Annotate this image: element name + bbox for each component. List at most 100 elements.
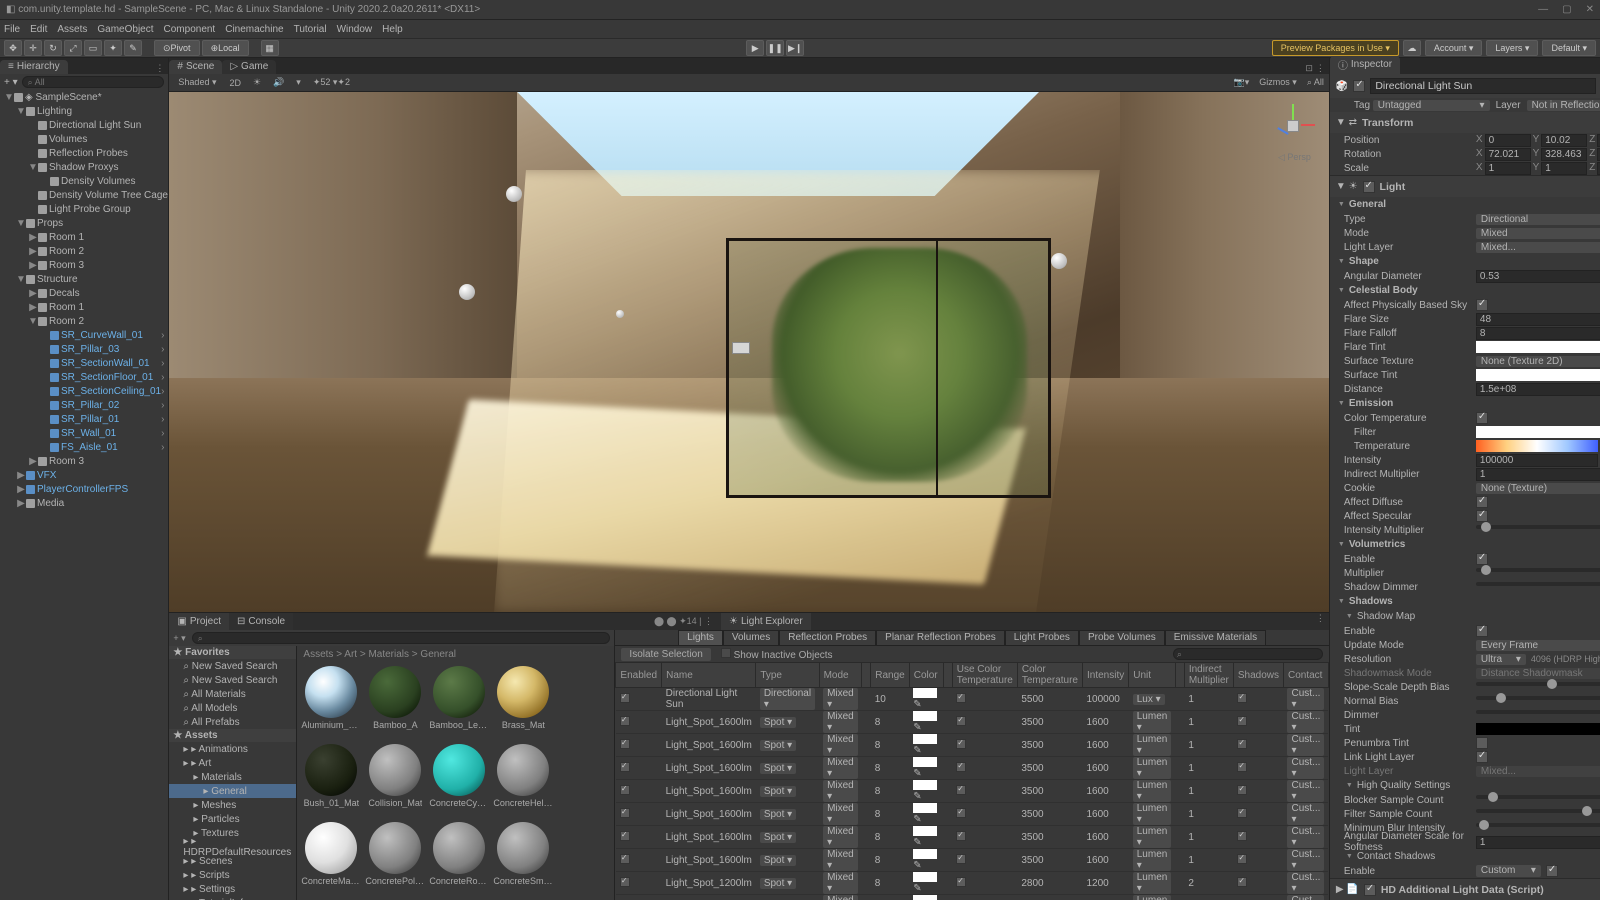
pivot-toggle[interactable]: ⊙Pivot: [154, 40, 200, 56]
hierarchy-item[interactable]: ▼Shadow Proxys: [0, 160, 168, 174]
hierarchy-item[interactable]: SR_SectionWall_01›: [0, 356, 168, 370]
light-table-row[interactable]: Light_Spot_1600lmSpot ▾Mixed ▾8✎35001600…: [616, 757, 1328, 780]
light-table-row[interactable]: Light_Spot_1600lmSpot ▾Mixed ▾8✎35001600…: [616, 849, 1328, 872]
maximize-icon[interactable]: ▢: [1562, 4, 1571, 15]
asset-thumbnail[interactable]: Collision_Mat: [365, 744, 425, 818]
inspector-tab[interactable]: ⓘ Inspector: [1330, 56, 1400, 74]
contact-enable-checkbox[interactable]: [1546, 865, 1558, 877]
hierarchy-item[interactable]: ▶Room 1: [0, 230, 168, 244]
light-table-row[interactable]: Directional Light SunDirectional ▾Mixed …: [616, 688, 1328, 711]
rect-tool[interactable]: ▭: [84, 40, 102, 56]
shape-section[interactable]: Shape: [1330, 254, 1600, 269]
2d-toggle[interactable]: 2D: [226, 78, 244, 88]
layer-dropdown[interactable]: Not in Reflection▾: [1527, 100, 1600, 111]
table-header[interactable]: Mode: [819, 663, 862, 688]
folder-item[interactable]: ▸ ▸ HDRPDefaultResources: [169, 840, 296, 854]
light-enabled-checkbox[interactable]: [1363, 181, 1375, 193]
hierarchy-item[interactable]: FS_Aisle_01›: [0, 440, 168, 454]
table-header[interactable]: Range: [871, 663, 909, 688]
layout-dropdown[interactable]: Default ▾: [1542, 40, 1596, 56]
hierarchy-item[interactable]: ▼Lighting: [0, 104, 168, 118]
slope-bias-slider[interactable]: [1476, 682, 1600, 686]
light-explorer-tab-light-probes[interactable]: Light Probes: [1005, 630, 1079, 645]
light-explorer-tab[interactable]: ☀ Light Explorer: [721, 613, 811, 630]
menu-assets[interactable]: Assets: [57, 24, 87, 35]
light-table-row[interactable]: Light_Spot_1600lmSpot ▾Mixed ▾8✎35001600…: [616, 780, 1328, 803]
menu-window[interactable]: Window: [337, 24, 373, 35]
light-table-row[interactable]: Light_Spot_1600lmSpot ▾Mixed ▾8✎35001600…: [616, 711, 1328, 734]
light-table-row[interactable]: Light_Spot_1200lmSpot ▾Mixed ▾8✎28001200…: [616, 895, 1328, 900]
hierarchy-item[interactable]: SR_SectionCeiling_01›: [0, 384, 168, 398]
normal-bias-slider[interactable]: [1476, 696, 1600, 700]
update-mode-dropdown[interactable]: Every Frame▾: [1476, 640, 1600, 651]
light-explorer-tab-emissive-materials[interactable]: Emissive Materials: [1165, 630, 1266, 645]
move-tool[interactable]: ✛: [24, 40, 42, 56]
volumetrics-section[interactable]: Volumetrics: [1330, 537, 1600, 552]
light-explorer-tab-lights[interactable]: Lights: [678, 630, 723, 645]
folder-item[interactable]: ▸ General: [169, 784, 296, 798]
menu-cinemachine[interactable]: Cinemachine: [225, 24, 283, 35]
scale-tool[interactable]: ⤢: [64, 40, 82, 56]
hierarchy-item[interactable]: Light Probe Group: [0, 202, 168, 216]
shadow-enable-checkbox[interactable]: [1476, 625, 1488, 637]
folder-item[interactable]: ▸ ▸ Animations: [169, 742, 296, 756]
hierarchy-item[interactable]: Density Volumes: [0, 174, 168, 188]
active-checkbox[interactable]: [1353, 80, 1365, 92]
create-asset-dropdown[interactable]: + ▾: [173, 633, 185, 644]
shading-mode-dropdown[interactable]: Shaded ▾: [174, 77, 220, 88]
snap-toggle[interactable]: ▦: [261, 40, 279, 56]
dimmer-slider[interactable]: [1476, 710, 1600, 714]
folder-item[interactable]: ⌕ New Saved Search: [169, 673, 296, 687]
table-header[interactable]: [943, 663, 952, 688]
scl-x[interactable]: [1485, 162, 1531, 175]
hierarchy-item[interactable]: Volumes: [0, 132, 168, 146]
camera-icon[interactable]: 📷▾: [1234, 77, 1250, 88]
light-table-row[interactable]: Light_Spot_1200lmSpot ▾Mixed ▾8✎28001200…: [616, 872, 1328, 895]
shadow-tint-color[interactable]: [1476, 723, 1600, 735]
hierarchy-item[interactable]: ▶Room 1: [0, 300, 168, 314]
hierarchy-item[interactable]: ▼◈ SampleScene*: [0, 90, 168, 104]
project-search[interactable]: [192, 632, 611, 644]
folder-item[interactable]: ⌕ All Models: [169, 701, 296, 715]
play-button[interactable]: ▶: [746, 40, 764, 56]
asset-thumbnail[interactable]: Bamboo_Leaf_A: [429, 666, 489, 740]
hierarchy-item[interactable]: ▶Decals: [0, 286, 168, 300]
table-header[interactable]: Name: [662, 663, 756, 688]
asset-thumbnail[interactable]: ConcreteCyan_M...: [429, 744, 489, 818]
maximize-view-icon[interactable]: ⊡: [1305, 63, 1313, 74]
hierarchy-item[interactable]: ▶VFX: [0, 468, 168, 482]
transform-component-header[interactable]: ▼ ⇄ Transform⦿ ⋮: [1330, 112, 1600, 133]
close-icon[interactable]: ✕: [1586, 4, 1594, 15]
light-layer-dropdown[interactable]: Mixed...▾: [1476, 242, 1600, 253]
shadows-section[interactable]: Shadows: [1330, 594, 1600, 609]
light-explorer-tab-reflection-probes[interactable]: Reflection Probes: [779, 630, 876, 645]
cloud-icon[interactable]: ☁: [1403, 40, 1421, 56]
color-temp-checkbox[interactable]: [1476, 412, 1488, 424]
table-header[interactable]: Color Temperature: [1017, 663, 1082, 688]
folder-item[interactable]: ⌕ All Prefabs: [169, 715, 296, 729]
link-layer-checkbox[interactable]: [1476, 751, 1488, 763]
shadow-dimmer-slider[interactable]: [1476, 582, 1600, 586]
gizmos-dropdown[interactable]: Gizmos ▾: [1255, 77, 1301, 88]
table-header[interactable]: Type: [756, 663, 819, 688]
folder-item[interactable]: ▸ ▸ Settings: [169, 882, 296, 896]
ang-scale-field[interactable]: [1476, 836, 1600, 849]
minimize-icon[interactable]: —: [1538, 4, 1548, 15]
hierarchy-item[interactable]: ▶Media: [0, 496, 168, 510]
project-tab[interactable]: ▣ Project: [169, 613, 229, 630]
filter-sample-slider[interactable]: [1476, 809, 1600, 813]
blocker-sample-slider[interactable]: [1476, 795, 1600, 799]
asset-thumbnail[interactable]: ConcretePolished_...: [365, 822, 425, 896]
flare-falloff-field[interactable]: [1476, 327, 1600, 340]
intensity-field[interactable]: [1476, 454, 1598, 467]
contact-enable-dropdown[interactable]: Custom▾: [1476, 865, 1541, 877]
table-header[interactable]: Indirect Multiplier: [1184, 663, 1233, 688]
folder-item[interactable]: ▸ Meshes: [169, 798, 296, 812]
panel-menu-icon[interactable]: ⋮: [155, 63, 164, 74]
fx-toggle-icon[interactable]: ▾: [293, 77, 304, 88]
hierarchy-item[interactable]: SR_SectionFloor_01›: [0, 370, 168, 384]
asset-thumbnail[interactable]: ConcreteSmooth_...: [493, 822, 553, 896]
folder-item[interactable]: ▸ Materials: [169, 770, 296, 784]
hand-tool[interactable]: ✥: [4, 40, 22, 56]
intensity-mult-slider[interactable]: [1476, 525, 1600, 529]
